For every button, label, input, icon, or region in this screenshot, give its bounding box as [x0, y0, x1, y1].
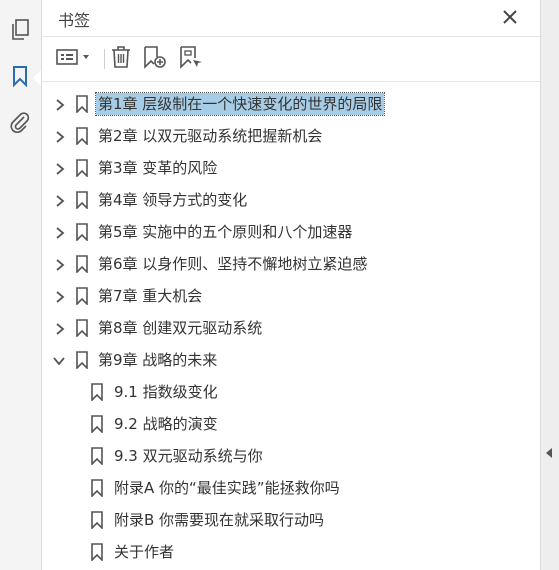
bookmark-icon — [75, 191, 89, 210]
bookmark-label[interactable]: 9.1 指数级变化 — [112, 381, 220, 403]
bookmark-icon — [90, 383, 104, 402]
bookmark-row[interactable]: 9.2 战略的演变 — [42, 408, 540, 440]
bookmark-row[interactable]: 第1章 层级制在一个快速变化的世界的局限 — [42, 88, 540, 120]
panel-title: 书签 — [58, 11, 91, 30]
bookmark-row[interactable]: 9.1 指数级变化 — [42, 376, 540, 408]
bookmark-label[interactable]: 第7章 重大机会 — [96, 285, 204, 307]
bookmark-icon — [75, 287, 89, 306]
bookmark-label[interactable]: 关于作者 — [112, 541, 176, 563]
bookmark-label[interactable]: 第6章 以身作则、坚持不懈地树立紧迫感 — [96, 253, 369, 275]
bookmark-icon — [90, 447, 104, 466]
new-bookmark-from-structure-icon — [178, 45, 204, 73]
bookmark-icon — [75, 255, 89, 274]
bookmark-icon — [90, 415, 104, 434]
delete-bookmark-button[interactable] — [110, 46, 132, 72]
bookmark-label[interactable]: 9.2 战略的演变 — [112, 413, 220, 435]
bookmarks-toolbar — [42, 37, 540, 82]
delete-bookmark-icon — [110, 45, 132, 73]
bookmark-label[interactable]: 第4章 领导方式的变化 — [96, 189, 249, 211]
bookmark-label[interactable]: 第9章 战略的未来 — [96, 349, 219, 371]
bookmark-row[interactable]: 第6章 以身作则、坚持不懈地树立紧迫感 — [42, 248, 540, 280]
panel-splitter[interactable] — [540, 0, 559, 570]
panel-header: 书签 — [42, 0, 540, 37]
bookmark-label[interactable]: 第1章 层级制在一个快速变化的世界的局限 — [94, 92, 386, 116]
bookmark-label[interactable]: 第8章 创建双元驱动系统 — [96, 317, 264, 339]
pages-icon[interactable] — [6, 16, 34, 44]
attachments-icon[interactable] — [6, 108, 34, 136]
bookmark-label[interactable]: 第5章 实施中的五个原则和八个加速器 — [96, 221, 354, 243]
bookmark-label[interactable]: 第3章 变革的风险 — [96, 157, 219, 179]
bookmark-label[interactable]: 9.3 双元驱动系统与你 — [112, 445, 265, 467]
chevron-right-icon[interactable] — [54, 321, 66, 335]
bookmark-row[interactable]: 附录A 你的“最佳实践”能拯救你吗 — [42, 472, 540, 504]
chevron-right-icon[interactable] — [54, 97, 66, 111]
bookmark-row[interactable]: 第5章 实施中的五个原则和八个加速器 — [42, 216, 540, 248]
bookmark-icon — [75, 319, 89, 338]
bookmarks-icon[interactable] — [6, 62, 34, 90]
bookmark-icon — [75, 127, 89, 146]
bookmark-icon — [90, 543, 104, 562]
chevron-right-icon[interactable] — [54, 225, 66, 239]
close-icon[interactable] — [500, 7, 520, 27]
collapse-panel-icon[interactable] — [546, 448, 552, 458]
bookmark-row[interactable]: 关于作者 — [42, 536, 540, 568]
chevron-right-icon[interactable] — [54, 289, 66, 303]
bookmark-icon — [75, 95, 89, 114]
bookmark-label[interactable]: 附录B 你需要现在就采取行动吗 — [112, 509, 326, 531]
chevron-down-icon[interactable] — [52, 353, 65, 367]
bookmark-row[interactable]: 9.3 双元驱动系统与你 — [42, 440, 540, 472]
new-bookmark-button[interactable] — [142, 46, 168, 72]
bookmark-row[interactable]: 第8章 创建双元驱动系统 — [42, 312, 540, 344]
bookmark-row[interactable]: 附录B 你需要现在就采取行动吗 — [42, 504, 540, 536]
bookmark-row[interactable]: 第2章 以双元驱动系统把握新机会 — [42, 120, 540, 152]
bookmark-row[interactable]: 第9章 战略的未来 — [42, 344, 540, 376]
bookmarks-panel: 书签 第1章 层级制在一个快速变化的世界的局限 第2章 以双元驱动系统把握新机会… — [42, 0, 540, 570]
bookmark-icon — [75, 351, 89, 370]
active-panel-pointer — [33, 70, 41, 86]
options-menu-icon — [56, 47, 94, 71]
new-bookmark-from-structure-button[interactable] — [178, 46, 204, 72]
bookmark-icon — [75, 223, 89, 242]
toolbar-divider — [104, 49, 105, 69]
chevron-right-icon[interactable] — [54, 257, 66, 271]
options-menu-button[interactable] — [56, 46, 94, 72]
bookmark-icon — [75, 159, 89, 178]
bookmark-row[interactable]: 第7章 重大机会 — [42, 280, 540, 312]
new-bookmark-icon — [142, 45, 168, 73]
chevron-right-icon[interactable] — [54, 161, 66, 175]
bookmark-row[interactable]: 第4章 领导方式的变化 — [42, 184, 540, 216]
bookmark-icon — [90, 511, 104, 530]
bookmark-icon — [90, 479, 104, 498]
chevron-right-icon[interactable] — [54, 129, 66, 143]
bookmark-label[interactable]: 第2章 以双元驱动系统把握新机会 — [96, 125, 324, 147]
chevron-right-icon[interactable] — [54, 193, 66, 207]
bookmark-label[interactable]: 附录A 你的“最佳实践”能拯救你吗 — [112, 477, 342, 499]
bookmark-row[interactable]: 第3章 变革的风险 — [42, 152, 540, 184]
